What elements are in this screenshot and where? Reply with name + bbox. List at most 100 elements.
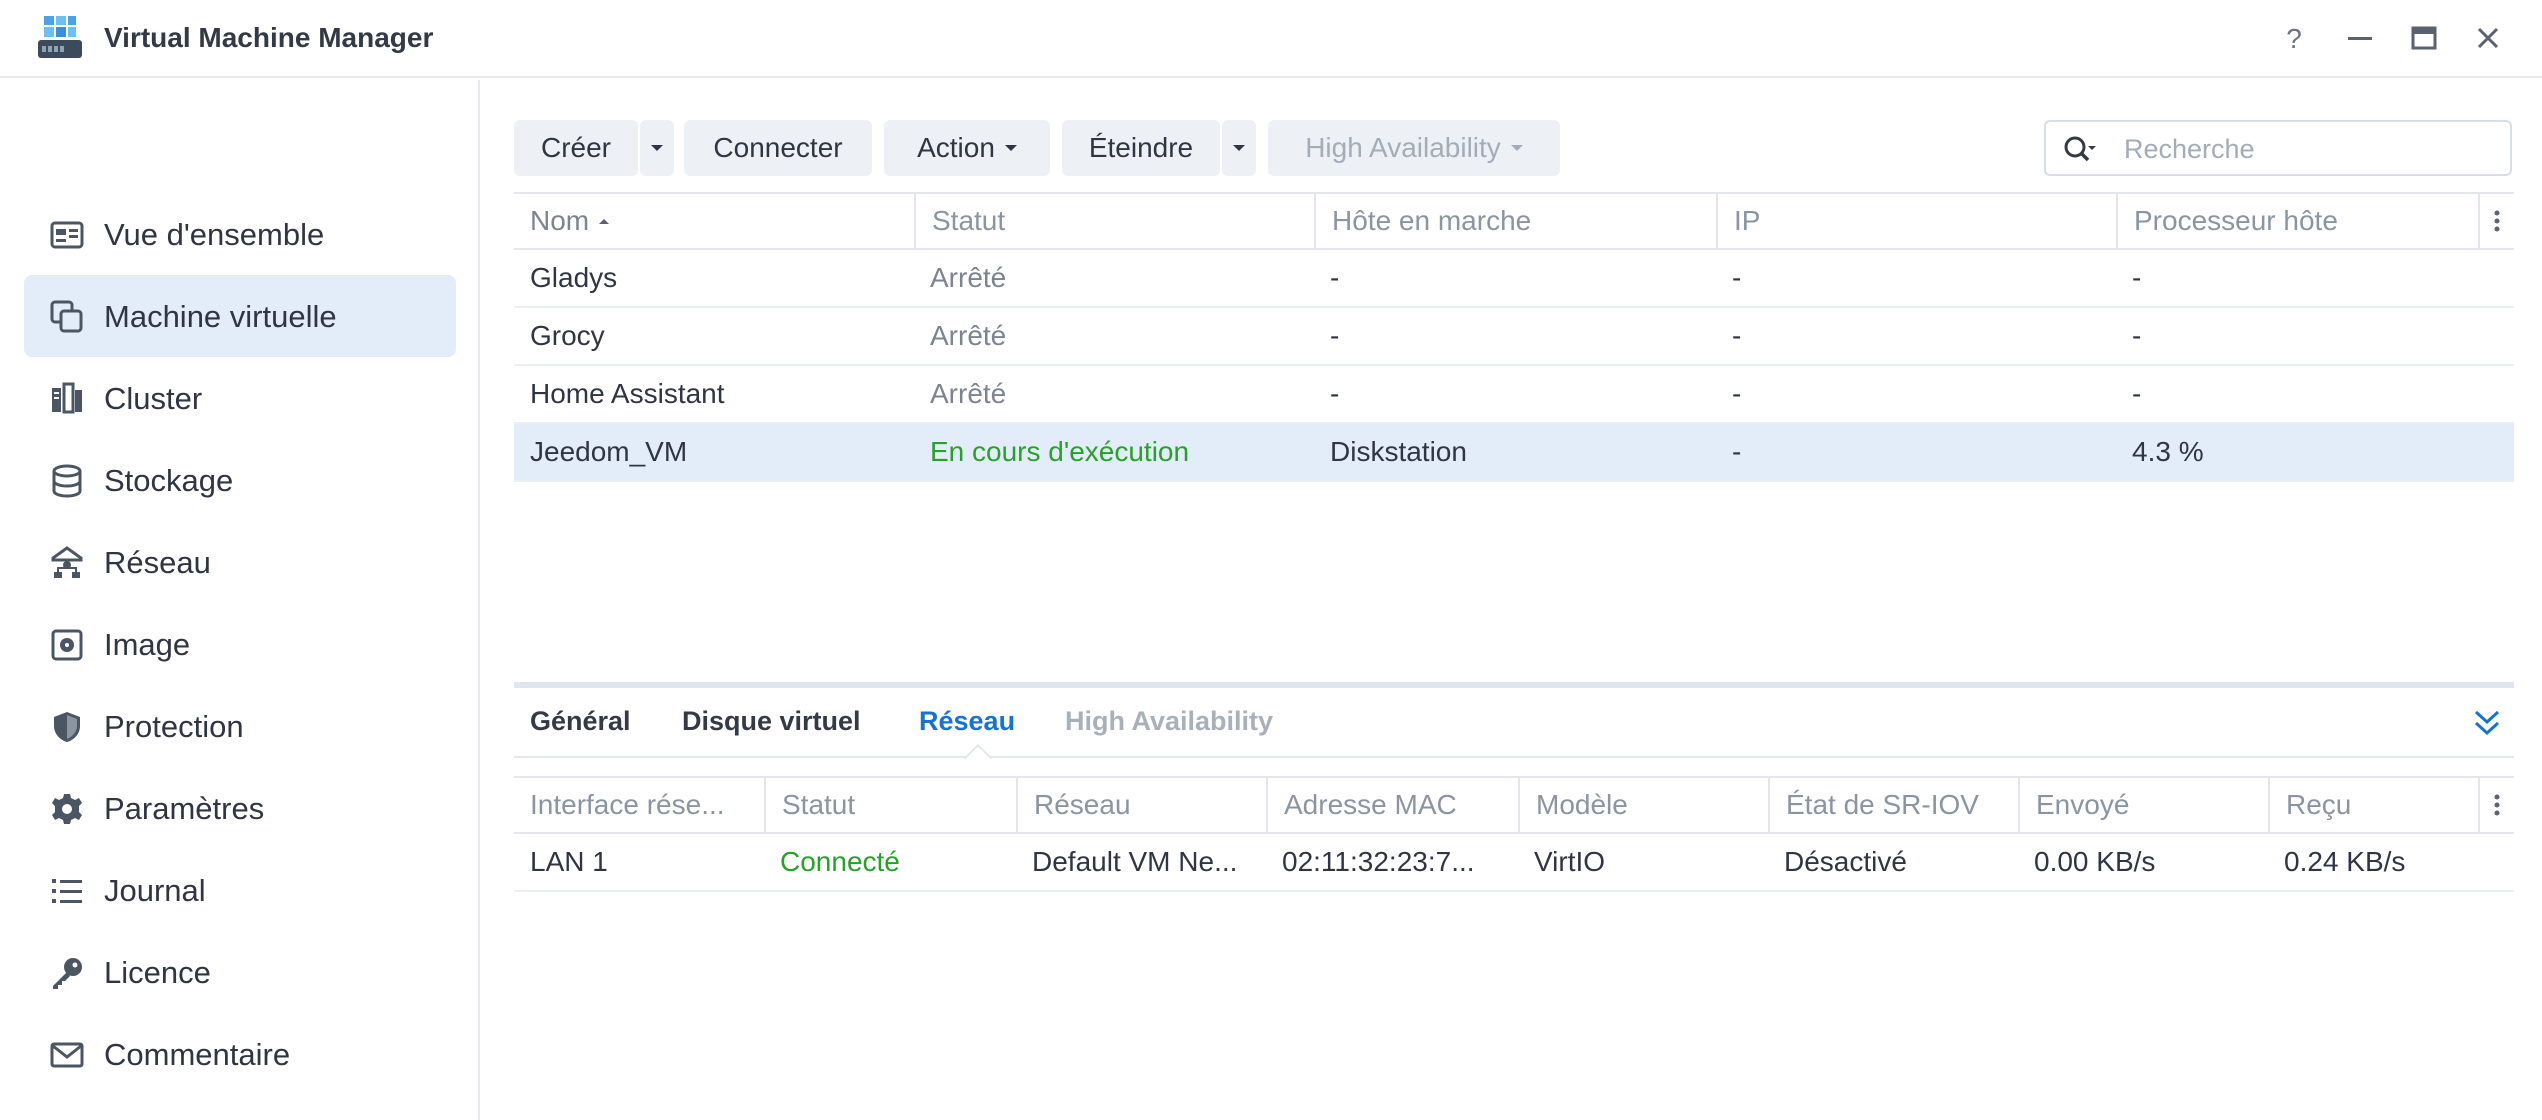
key-icon: [53, 958, 82, 989]
vm-cpu: -: [2132, 378, 2142, 409]
tab-general[interactable]: Général: [530, 706, 631, 737]
maximize-button[interactable]: [2404, 18, 2444, 58]
column-header-mac[interactable]: Adresse MAC: [1266, 778, 1518, 832]
interface-sent: 0.00 KB/s: [2034, 846, 2156, 877]
column-header-sent[interactable]: Envoyé: [2018, 778, 2268, 832]
high-availability-button[interactable]: High Availability: [1268, 120, 1560, 176]
list-icon: [52, 879, 82, 903]
vm-status: Arrêté: [930, 262, 1007, 293]
column-menu-button[interactable]: [2478, 778, 2514, 832]
action-button-label: Action: [917, 132, 995, 163]
sidebar-item-label: Machine virtuelle: [104, 299, 337, 334]
column-header-name[interactable]: Nom: [514, 194, 914, 248]
table-row[interactable]: LAN 1 Connecté Default VM Ne... 02:11:32…: [514, 834, 2514, 892]
vm-cpu: -: [2132, 262, 2142, 293]
interface-sriov: Désactivé: [1784, 846, 1907, 877]
column-menu-button[interactable]: [2478, 194, 2514, 248]
app-title: Virtual Machine Manager: [104, 22, 434, 53]
active-tab-indicator: [963, 743, 993, 773]
column-header-network[interactable]: Réseau: [1016, 778, 1266, 832]
vm-status: Arrêté: [930, 378, 1007, 409]
sidebar-item-license[interactable]: Licence: [24, 931, 456, 1013]
image-icon: [51, 629, 83, 661]
sidebar-item-label: Vue d'ensemble: [104, 217, 325, 252]
vm-table: Nom Statut Hôte en marche IP Processeur …: [514, 192, 2514, 482]
table-row[interactable]: Grocy Arrêté - - -: [514, 308, 2514, 366]
shutdown-button[interactable]: Éteindre: [1062, 120, 1220, 176]
interface-network: Default VM Ne...: [1032, 846, 1238, 877]
column-header-cpu[interactable]: Processeur hôte: [2116, 194, 2478, 248]
action-button[interactable]: Action: [884, 120, 1050, 176]
interface-received: 0.24 KB/s: [2284, 846, 2406, 877]
tab-high-availability[interactable]: High Availability: [1065, 706, 1273, 737]
chevron-down-icon: [1233, 145, 1245, 151]
vm-host: -: [1330, 320, 1340, 351]
column-header-interface[interactable]: Interface rése...: [514, 778, 764, 832]
gear-icon: [52, 794, 82, 824]
sidebar: Vue d'ensemble Machine virtuelle Cluster…: [0, 80, 480, 1120]
vm-ip: -: [1732, 262, 1742, 293]
sidebar-item-protection[interactable]: Protection: [24, 685, 456, 767]
tab-virtual-disk[interactable]: Disque virtuel: [682, 706, 861, 737]
mail-icon: [50, 1042, 84, 1068]
sidebar-item-image[interactable]: Image: [24, 603, 456, 685]
sidebar-item-settings[interactable]: Paramètres: [24, 767, 456, 849]
sidebar-item-label: Réseau: [104, 545, 211, 580]
close-icon: [2477, 27, 2499, 49]
column-header-received[interactable]: Reçu: [2268, 778, 2478, 832]
create-dropdown-button[interactable]: [640, 120, 674, 176]
more-vertical-icon: [2494, 210, 2500, 232]
table-row-selected[interactable]: Jeedom_VM En cours d'exécution Diskstati…: [514, 424, 2514, 482]
sidebar-item-cluster[interactable]: Cluster: [24, 357, 456, 439]
sidebar-item-overview[interactable]: Vue d'ensemble: [24, 193, 456, 275]
vm-name: Gladys: [530, 262, 618, 293]
minimize-button[interactable]: [2340, 18, 2380, 58]
column-header-sriov[interactable]: État de SR-IOV: [1768, 778, 2018, 832]
vm-name: Home Assistant: [530, 378, 725, 409]
column-header-status[interactable]: Statut: [764, 778, 1016, 832]
sidebar-item-network[interactable]: Réseau: [24, 521, 456, 603]
column-header-host[interactable]: Hôte en marche: [1314, 194, 1716, 248]
table-row[interactable]: Home Assistant Arrêté - - -: [514, 366, 2514, 424]
vm-host: Diskstation: [1330, 436, 1467, 467]
search-box: [2044, 120, 2512, 176]
sidebar-item-label: Commentaire: [104, 1037, 291, 1072]
collapse-panel-icon[interactable]: [2470, 706, 2504, 740]
shutdown-button-label: Éteindre: [1088, 132, 1194, 163]
sort-ascending-icon: [599, 219, 610, 224]
search-input[interactable]: [2124, 132, 2494, 166]
column-header-model[interactable]: Modèle: [1518, 778, 1768, 832]
column-header-ip[interactable]: IP: [1716, 194, 2116, 248]
help-button[interactable]: ?: [2274, 18, 2314, 58]
chevron-down-icon: [1510, 145, 1523, 151]
overview-icon: [50, 221, 84, 249]
create-button-label: Créer: [540, 132, 611, 163]
connect-button[interactable]: Connecter: [684, 120, 872, 176]
sidebar-item-storage[interactable]: Stockage: [24, 439, 456, 521]
network-icon: [51, 546, 83, 578]
sidebar-item-feedback[interactable]: Commentaire: [24, 1013, 456, 1095]
vm-table-header: Nom Statut Hôte en marche IP Processeur …: [514, 192, 2514, 250]
close-button[interactable]: [2468, 18, 2508, 58]
title-bar: Virtual Machine Manager ?: [0, 0, 2542, 78]
sidebar-item-label: Licence: [104, 955, 211, 990]
vm-status: Arrêté: [930, 320, 1007, 351]
vm-name: Jeedom_VM: [530, 436, 688, 467]
interface-mac: 02:11:32:23:7...: [1282, 846, 1475, 877]
network-interface-table: Interface rése... Statut Réseau Adresse …: [514, 776, 2514, 892]
shutdown-dropdown-button[interactable]: [1222, 120, 1256, 176]
vm-status: En cours d'exécution: [930, 436, 1190, 467]
tab-network[interactable]: Réseau: [919, 706, 1015, 737]
interface-model: VirtIO: [1534, 846, 1606, 877]
create-button[interactable]: Créer: [514, 120, 638, 176]
chevron-down-icon: [1004, 145, 1017, 151]
vm-cpu: -: [2132, 320, 2142, 351]
minimize-icon: [2348, 37, 2372, 40]
table-row[interactable]: Gladys Arrêté - - -: [514, 250, 2514, 308]
sidebar-item-log[interactable]: Journal: [24, 849, 456, 931]
search-icon[interactable]: [2062, 134, 2096, 166]
sidebar-item-virtual-machine[interactable]: Machine virtuelle: [24, 275, 456, 357]
sidebar-item-label: Journal: [104, 873, 206, 908]
storage-icon: [52, 464, 82, 498]
column-header-status[interactable]: Statut: [914, 194, 1314, 248]
